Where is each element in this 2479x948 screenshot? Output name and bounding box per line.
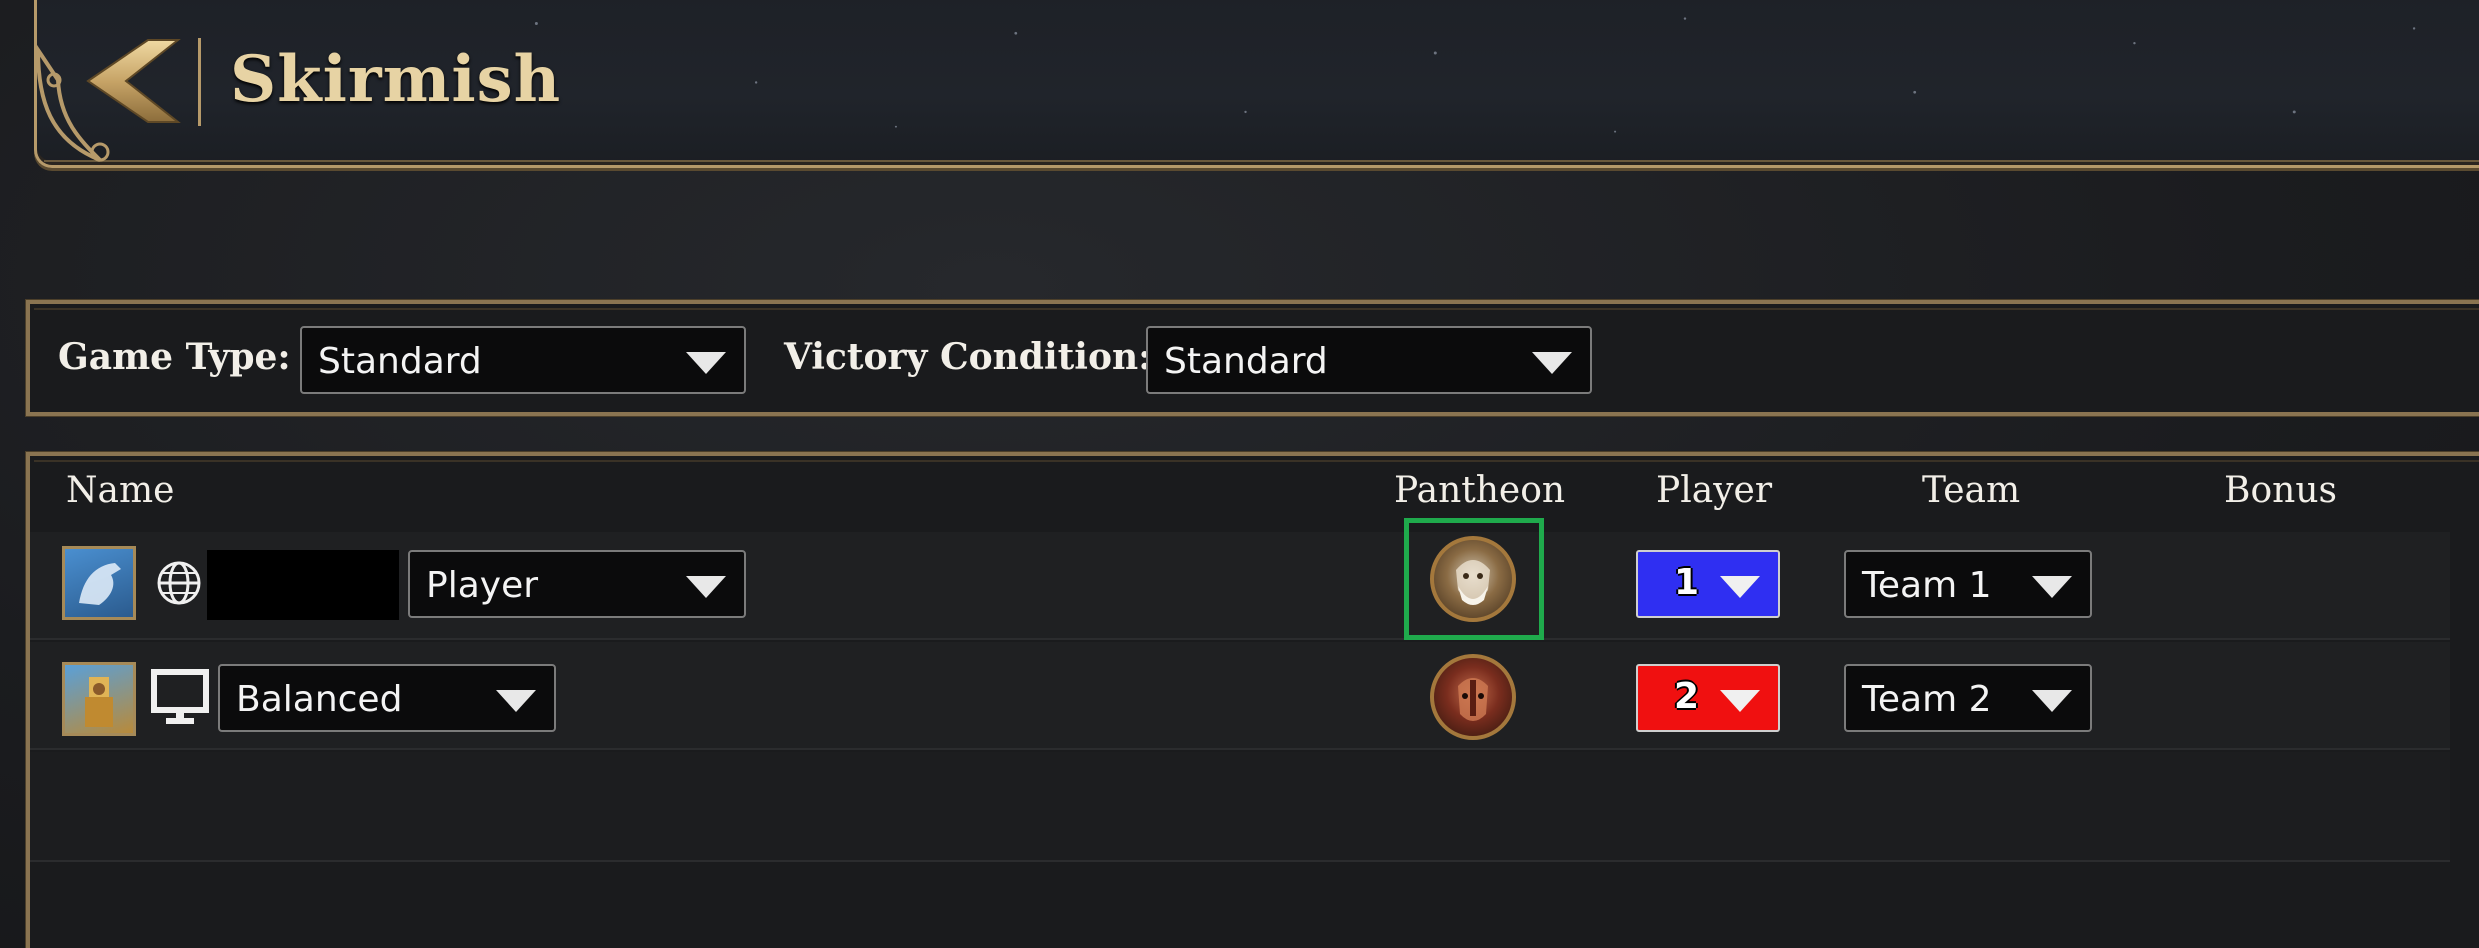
- pantheon-portrait-button[interactable]: [1430, 654, 1516, 740]
- globe-icon: [157, 561, 201, 605]
- player-number-value: 1: [1674, 562, 1700, 603]
- game-type-dropdown[interactable]: Standard: [300, 326, 746, 394]
- team-dropdown[interactable]: Team 2: [1844, 664, 2092, 732]
- chevron-down-icon: [686, 576, 726, 598]
- player-number-dropdown[interactable]: 2: [1636, 664, 1780, 732]
- column-header-pantheon: Pantheon: [1394, 470, 1566, 511]
- column-header-team: Team: [1922, 470, 2021, 511]
- ai-difficulty-value: Balanced: [236, 679, 403, 720]
- horned-helmet-god-icon: [1458, 678, 1488, 721]
- victory-condition-value: Standard: [1164, 341, 1328, 382]
- horse-emblem-icon: [79, 563, 121, 605]
- chevron-down-icon: [496, 690, 536, 712]
- empty-row-band: [30, 752, 2450, 862]
- team-value: Team 1: [1862, 565, 1992, 606]
- game-type-value: Standard: [318, 341, 482, 382]
- computer-monitor-icon: [151, 669, 209, 724]
- player-number-dropdown[interactable]: 1: [1636, 550, 1780, 618]
- pantheon-portrait-button[interactable]: [1430, 536, 1516, 622]
- skirmish-screen: Skirmish Game Type: Standard Victory Con…: [0, 0, 2479, 948]
- back-button[interactable]: [78, 34, 188, 128]
- column-header-player: Player: [1656, 470, 1773, 511]
- controller-dropdown[interactable]: Player: [408, 550, 746, 618]
- ai-difficulty-dropdown[interactable]: Balanced: [218, 664, 556, 732]
- page-title: Skirmish: [230, 42, 562, 117]
- chevron-down-icon: [1720, 690, 1760, 712]
- team-dropdown[interactable]: Team 1: [1844, 550, 2092, 618]
- victory-condition-label: Victory Condition:: [784, 336, 1152, 378]
- chevron-down-icon: [2032, 576, 2072, 598]
- chevron-down-icon: [2032, 690, 2072, 712]
- game-type-label: Game Type:: [58, 336, 291, 378]
- chevron-down-icon: [1532, 352, 1572, 374]
- chevron-down-icon: [686, 352, 726, 374]
- player-number-value: 2: [1674, 676, 1700, 717]
- victory-condition-dropdown[interactable]: Standard: [1146, 326, 1592, 394]
- header-divider-line: [44, 160, 2479, 162]
- controller-value: Player: [426, 565, 539, 606]
- player-name-redacted: [207, 550, 399, 620]
- title-divider: [198, 38, 201, 126]
- team-value: Team 2: [1862, 679, 1992, 720]
- chevron-down-icon: [1720, 576, 1760, 598]
- pharaoh-emblem-icon: [85, 677, 113, 727]
- ai-avatar[interactable]: [62, 662, 136, 736]
- column-header-bonus: Bonus: [2224, 470, 2337, 511]
- player-avatar[interactable]: [62, 546, 136, 620]
- bearded-god-icon: [1456, 560, 1490, 605]
- column-header-name: Name: [66, 470, 175, 511]
